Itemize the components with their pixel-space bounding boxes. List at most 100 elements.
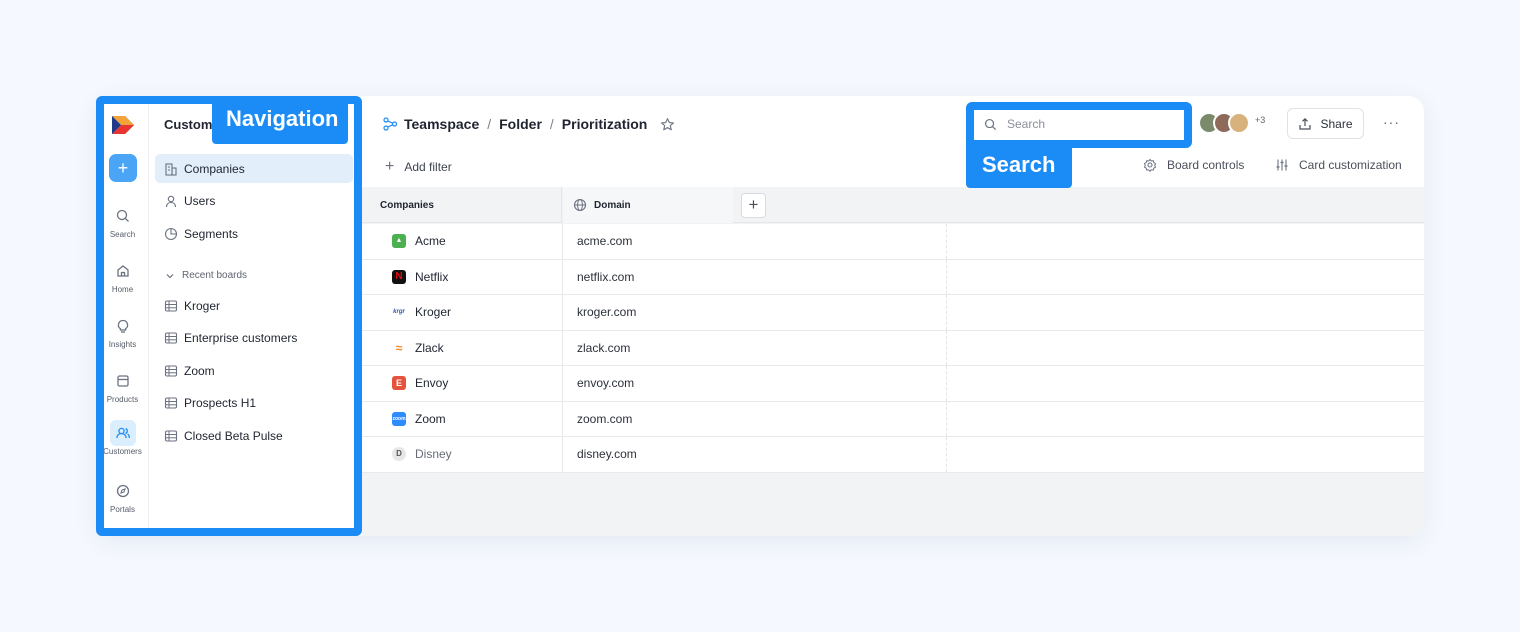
app-window: + Search Home Insights Products Customer…	[96, 96, 1424, 536]
search-highlight-label: Search	[966, 143, 1073, 188]
more-options-button[interactable]: ···	[1383, 114, 1400, 130]
rail-item-home[interactable]: Home	[96, 258, 149, 294]
nav-item-companies[interactable]: Companies	[155, 154, 353, 183]
share-button[interactable]: Share	[1287, 108, 1364, 139]
table-icon	[164, 396, 178, 409]
rail-item-portals[interactable]: Portals	[96, 478, 149, 514]
domain-cell[interactable]: kroger.com	[577, 295, 636, 330]
search-input[interactable]: Search	[974, 110, 1184, 138]
table-row[interactable]: krgr Kroger kroger.com	[362, 295, 1424, 331]
table-body: ▲ Acme acme.com N Netflix netflix.com kr…	[362, 224, 1424, 473]
board-item-enterprise[interactable]: Enterprise customers	[155, 323, 353, 352]
column-divider	[946, 437, 947, 472]
board-item-closed-beta[interactable]: Closed Beta Pulse	[155, 421, 353, 450]
domain-cell[interactable]: disney.com	[577, 437, 637, 472]
compass-icon	[110, 478, 136, 504]
company-cell[interactable]: D Disney	[362, 437, 563, 472]
breadcrumb-teamspace[interactable]: Teamspace	[404, 116, 479, 132]
upload-icon	[1299, 117, 1312, 130]
rail-item-label: Insights	[108, 340, 137, 349]
search-icon	[110, 203, 136, 229]
column-divider	[946, 401, 947, 436]
table-row[interactable]: E Envoy envoy.com	[362, 366, 1424, 402]
domain-cell[interactable]: netflix.com	[577, 260, 634, 295]
company-cell[interactable]: ≈ Zlack	[362, 330, 563, 365]
breadcrumb-prioritization[interactable]: Prioritization	[562, 116, 648, 132]
board-item-label: Zoom	[184, 363, 215, 378]
table-row[interactable]: D Disney disney.com	[362, 437, 1424, 473]
table-icon	[164, 331, 178, 344]
company-name: Envoy	[415, 376, 449, 391]
column-header-domain[interactable]: Domain	[563, 187, 733, 223]
domain-cell[interactable]: acme.com	[577, 224, 632, 259]
lightbulb-icon	[110, 313, 136, 339]
table-row[interactable]: zoom Zoom zoom.com	[362, 401, 1424, 437]
add-column-button[interactable]: +	[741, 193, 766, 218]
board-controls-label: Board controls	[1167, 158, 1245, 172]
rail-item-search[interactable]: Search	[96, 203, 149, 239]
star-icon[interactable]	[660, 117, 675, 132]
company-name: Netflix	[415, 269, 449, 284]
kroger-logo-icon: krgr	[392, 305, 406, 320]
rail-item-products[interactable]: Products	[96, 368, 149, 404]
board-controls-button[interactable]: Board controls	[1143, 158, 1244, 172]
rail-item-customers[interactable]: Customers	[96, 420, 149, 456]
column-divider	[946, 295, 947, 330]
avatar	[1228, 112, 1250, 134]
rail-item-label: Home	[111, 285, 134, 294]
add-filter-label: Add filter	[404, 160, 452, 174]
netflix-logo-icon: N	[392, 269, 406, 284]
users-icon	[109, 420, 136, 446]
nav-item-label: Segments	[184, 226, 239, 241]
table-row[interactable]: N Netflix netflix.com	[362, 259, 1424, 295]
column-divider	[946, 330, 947, 365]
company-cell[interactable]: N Netflix	[362, 259, 563, 294]
column-header-label: Companies	[380, 199, 434, 211]
app-logo-icon[interactable]	[112, 116, 134, 134]
companies-table: Companies Domain + ▲ Acme acme.com N Net…	[362, 187, 1424, 536]
board-item-zoom[interactable]: Zoom	[155, 356, 353, 385]
domain-cell[interactable]: zlack.com	[577, 331, 630, 366]
search-placeholder: Search	[1007, 117, 1046, 131]
nav-item-segments[interactable]: Segments	[155, 219, 353, 248]
envoy-logo-icon: E	[392, 376, 406, 391]
breadcrumb-folder[interactable]: Folder	[499, 116, 542, 132]
nav-item-users[interactable]: Users	[155, 186, 353, 215]
nav-item-label: Users	[184, 193, 216, 208]
globe-icon	[573, 198, 587, 212]
company-name: Zlack	[415, 340, 444, 355]
column-divider	[946, 224, 947, 259]
board-item-kroger[interactable]: Kroger	[155, 291, 353, 320]
add-filter-button[interactable]: + Add filter	[385, 158, 452, 176]
board-item-label: Enterprise customers	[184, 330, 298, 345]
company-cell[interactable]: E Envoy	[362, 366, 563, 401]
teamspace-icon	[383, 117, 397, 131]
create-button[interactable]: +	[109, 154, 137, 182]
column-header-label: Domain	[594, 199, 631, 211]
rail-item-insights[interactable]: Insights	[96, 313, 149, 349]
table-row[interactable]: ▲ Acme acme.com	[362, 224, 1424, 260]
company-cell[interactable]: krgr Kroger	[362, 295, 563, 330]
recent-boards-header[interactable]: Recent boards	[165, 270, 247, 281]
domain-cell[interactable]: envoy.com	[577, 366, 634, 401]
board-item-label: Kroger	[184, 298, 221, 313]
user-icon	[165, 195, 177, 207]
company-name: Kroger	[415, 305, 452, 320]
breadcrumb-separator: /	[487, 116, 492, 132]
domain-cell[interactable]: zoom.com	[577, 402, 632, 437]
company-cell[interactable]: zoom Zoom	[362, 401, 563, 436]
column-divider	[946, 259, 947, 294]
disney-logo-icon: D	[392, 447, 406, 462]
rail-item-label: Customers	[103, 447, 142, 456]
collaborator-avatars[interactable]: +3	[1198, 112, 1265, 134]
sliders-icon	[1276, 159, 1288, 171]
company-cell[interactable]: ▲ Acme	[362, 224, 563, 259]
table-icon	[164, 364, 178, 377]
table-row[interactable]: ≈ Zlack zlack.com	[362, 330, 1424, 366]
column-header-companies[interactable]: Companies	[362, 187, 562, 223]
nav-title: Custom	[164, 117, 213, 132]
card-customization-button[interactable]: Card customization	[1275, 158, 1402, 172]
board-item-prospects[interactable]: Prospects H1	[155, 388, 353, 417]
home-icon	[110, 258, 136, 284]
company-name: Disney	[415, 447, 452, 462]
